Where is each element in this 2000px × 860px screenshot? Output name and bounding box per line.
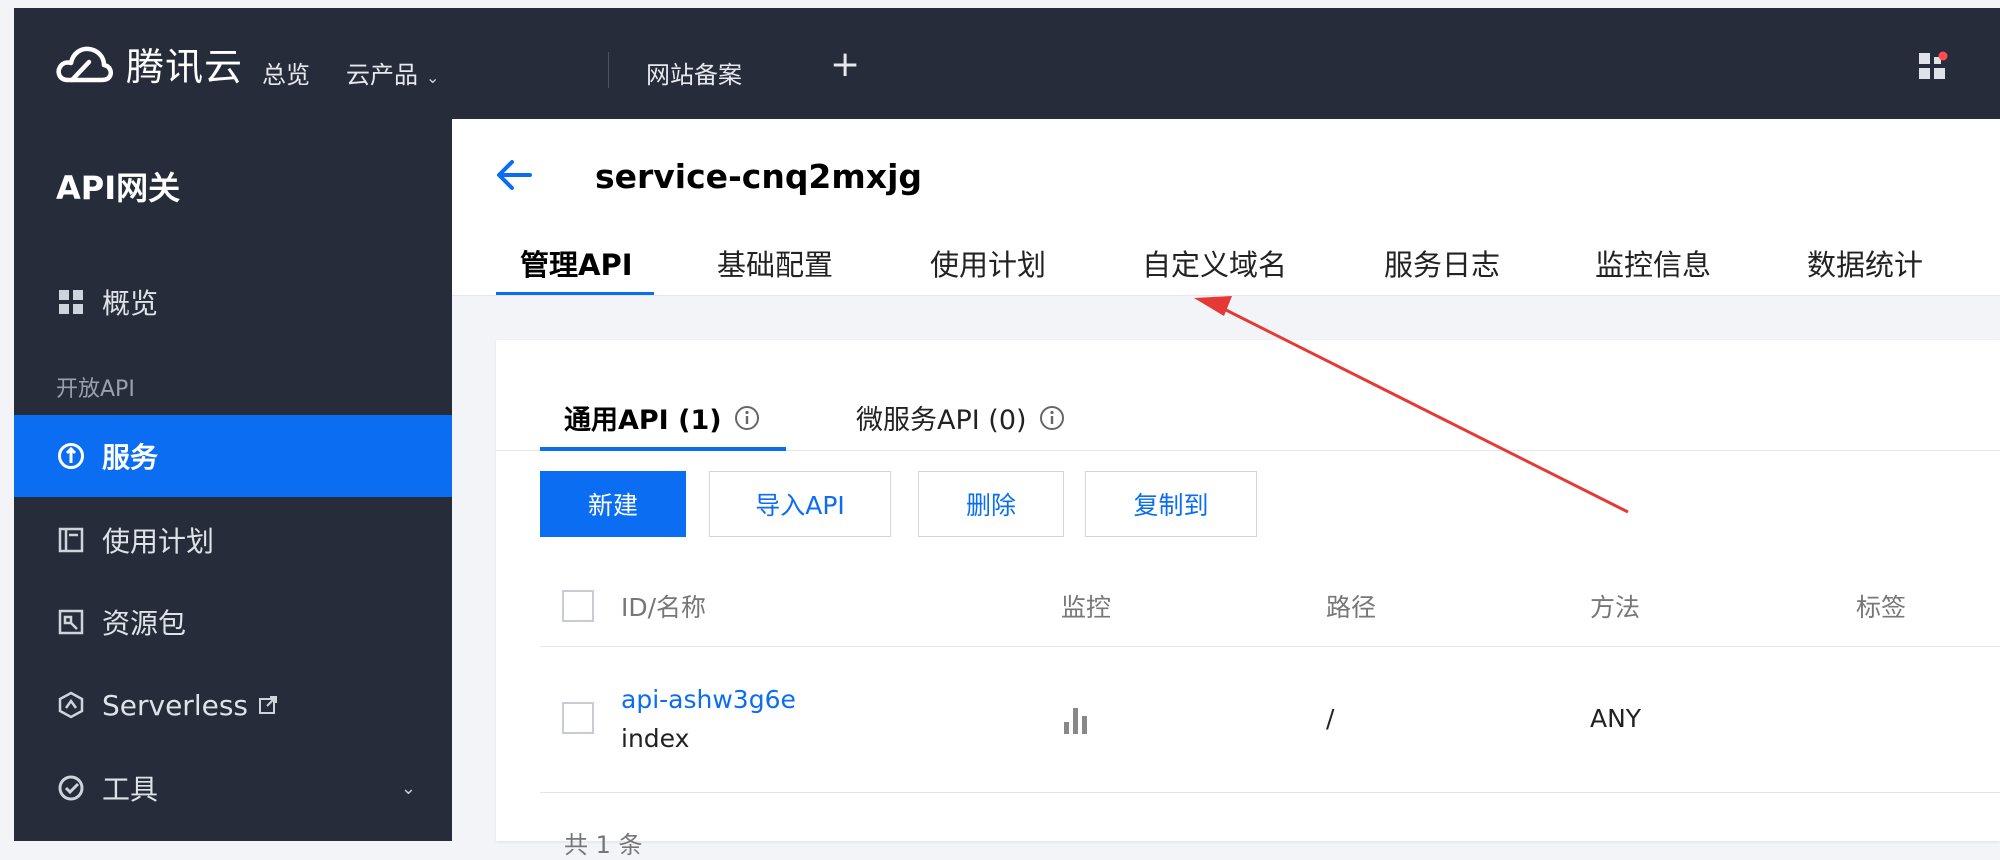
service-icon: [56, 441, 86, 471]
column-header-path: 路径: [1326, 593, 1377, 622]
tab-usage-plan[interactable]: 使用计划: [930, 242, 1046, 284]
chevron-down-icon: ⌄: [426, 68, 440, 87]
service-header: service-cnq2mxjg 管理API 基础配置 使用计划 自定义域名 服…: [452, 119, 2000, 296]
import-api-button[interactable]: 导入API: [709, 471, 891, 537]
tab-data-stats[interactable]: 数据统计: [1807, 242, 1923, 284]
info-icon[interactable]: [734, 405, 760, 431]
tab-basic-config[interactable]: 基础配置: [717, 242, 833, 284]
tab-monitor-info[interactable]: 监控信息: [1595, 242, 1711, 284]
sidebar-item-label: 概览: [102, 287, 159, 320]
tools-icon: [56, 773, 86, 803]
serverless-icon: [56, 690, 86, 720]
sidebar: API网关 概览 开放API 服务 使用计划 资源包 Serverless 工具…: [14, 119, 452, 841]
nav-overview[interactable]: 总览: [262, 55, 310, 90]
row-checkbox[interactable]: [562, 702, 594, 734]
grid-icon: [56, 287, 86, 317]
tab-manage-api[interactable]: 管理API: [520, 242, 633, 284]
cloud-logo-icon: [56, 46, 113, 82]
sidebar-item-label: 资源包: [102, 607, 187, 640]
external-link-icon: [258, 695, 278, 715]
column-header-tags: 标签: [1856, 593, 1907, 622]
tab-custom-domain[interactable]: 自定义域名: [1142, 242, 1287, 284]
api-id-link[interactable]: api-ashw3g6e: [621, 685, 796, 714]
monitor-chart-icon[interactable]: [1062, 706, 1092, 734]
service-tabs: 管理API 基础配置 使用计划 自定义域名 服务日志 监控信息 数据统计: [452, 234, 2000, 295]
sidebar-item-label: Serverless: [102, 688, 249, 722]
sidebar-group-label: 开放API: [56, 377, 135, 402]
new-api-button[interactable]: 新建: [540, 471, 686, 537]
api-path: /: [1326, 704, 1335, 733]
sidebar-item-label: 工具: [102, 773, 159, 806]
api-list-card: 通用API (1) 微服务API (0) 新建 导入API 删除 复制到 ID/…: [496, 340, 2000, 859]
nav-divider: [608, 52, 609, 88]
nav-cloud-products[interactable]: 云产品 ⌄: [346, 55, 439, 90]
sidebar-title: API网关: [56, 169, 181, 207]
api-type-tabs: 通用API (1) 微服务API (0): [496, 340, 2000, 451]
column-header-id-name: ID/名称: [621, 593, 707, 622]
tab-service-log[interactable]: 服务日志: [1384, 242, 1500, 284]
sidebar-item-resource-package[interactable]: 资源包: [14, 581, 452, 663]
plan-icon: [56, 525, 86, 555]
tencent-cloud-logo[interactable]: 腾讯云: [54, 36, 243, 91]
column-header-monitor: 监控: [1061, 593, 1112, 622]
chevron-down-icon: ⌄: [400, 777, 416, 799]
brand-name: 腾讯云: [126, 45, 244, 89]
apps-grid-icon[interactable]: [1917, 51, 1949, 83]
delete-button[interactable]: 删除: [918, 471, 1064, 537]
sidebar-item-usage-plan[interactable]: 使用计划: [14, 499, 452, 581]
api-method: ANY: [1590, 704, 1642, 733]
sidebar-item-tools[interactable]: 工具 ⌄: [14, 747, 452, 829]
package-icon: [56, 607, 86, 637]
sidebar-item-service[interactable]: 服务: [14, 415, 452, 497]
sidebar-item-label: 服务: [102, 441, 159, 474]
nav-icp-filing[interactable]: 网站备案: [646, 55, 742, 90]
info-icon[interactable]: [1039, 405, 1065, 431]
back-arrow-icon[interactable]: [494, 157, 534, 193]
table-header-divider: [540, 646, 2000, 647]
tab-general-api[interactable]: 通用API (1): [564, 398, 760, 437]
column-header-method: 方法: [1590, 593, 1641, 622]
api-name: index: [621, 724, 690, 753]
total-count: 共 1 条: [564, 831, 643, 859]
active-subtab-indicator: [540, 447, 786, 451]
table-row-divider: [540, 792, 2000, 793]
header-divider: [452, 295, 2000, 296]
tab-microservice-api-label: 微服务API (0): [856, 405, 1027, 436]
top-navbar: 腾讯云 总览 云产品 ⌄ 网站备案 +: [14, 8, 2000, 119]
nav-cloud-products-label: 云产品: [346, 61, 418, 89]
page-title: service-cnq2mxjg: [595, 157, 923, 196]
tab-microservice-api[interactable]: 微服务API (0): [856, 398, 1065, 437]
sidebar-item-serverless[interactable]: Serverless: [14, 664, 452, 746]
tab-general-api-label: 通用API (1): [564, 405, 722, 436]
sidebar-item-label: 使用计划: [102, 525, 215, 558]
add-shortcut-icon[interactable]: +: [830, 44, 860, 85]
sidebar-item-overview[interactable]: 概览: [14, 261, 452, 343]
copy-to-button[interactable]: 复制到: [1085, 471, 1257, 537]
select-all-checkbox[interactable]: [562, 590, 594, 622]
